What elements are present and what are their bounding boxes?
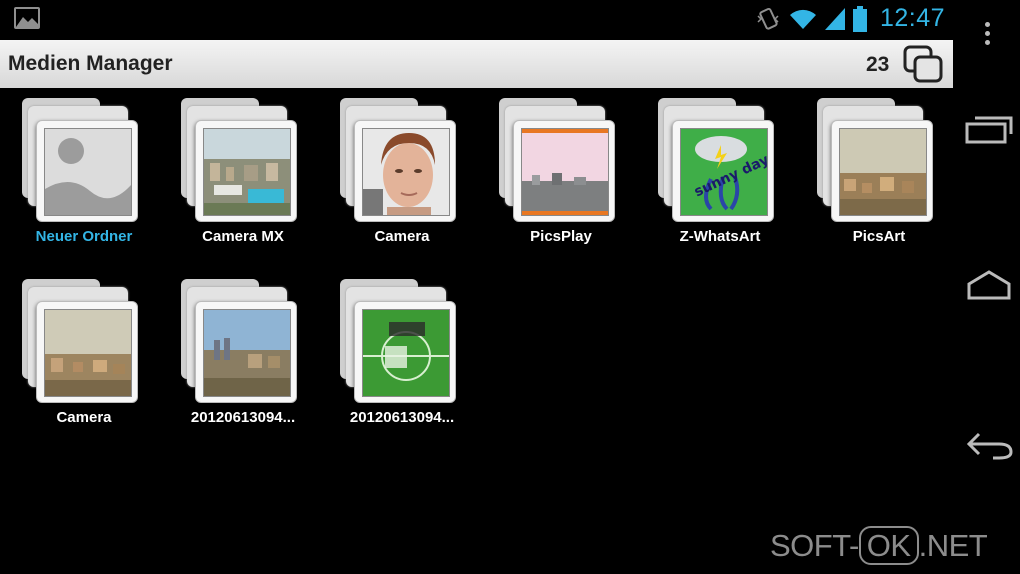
back-icon[interactable] [963,424,1015,464]
folder-picsart[interactable]: PicsArt [809,94,949,254]
watermark-mid: OK [858,526,919,565]
folder-neuer-ordner[interactable]: Neuer Ordner [14,94,154,254]
folder-z-whatsart[interactable]: sunny day Z-WhatsArt [650,94,790,254]
recent-apps-icon[interactable] [963,108,1015,148]
folder-picsplay[interactable]: PicsPlay [491,94,631,254]
status-icons [755,6,867,32]
folder-label: Camera MX [202,228,284,245]
app-title: Medien Manager [8,52,173,75]
folder-thumbnail [203,128,291,216]
battery-icon [853,6,867,32]
overflow-menu-icon[interactable] [982,22,992,48]
home-icon[interactable] [963,266,1015,306]
folder-label: PicsArt [852,228,906,245]
folder-20120613094-a[interactable]: 20120613094... [173,275,313,435]
folder-label: PicsPlay [530,228,592,245]
folder-thumbnail [521,128,609,216]
status-bar: 12:47 [0,0,955,38]
folder-thumbnail [44,309,132,397]
folder-thumbnail: sunny day [680,128,768,216]
folder-label: 20120613094... [349,409,455,426]
gallery-notification-icon[interactable] [14,7,40,29]
navigation-bar [955,0,1020,574]
folder-thumbnail [362,128,450,216]
folder-thumbnail [362,309,450,397]
folder-label: Z-WhatsArt [679,228,761,245]
action-bar: Medien Manager 23 [0,40,953,88]
folder-label: Neuer Ordner [35,228,133,245]
watermark-left: SOFT- [770,528,859,563]
folder-camera-mx[interactable]: Camera MX [173,94,313,254]
folder-camera[interactable]: Camera [332,94,472,254]
folder-grid: Neuer Ordner Camera MX Camera PicsPlay s… [0,88,953,574]
vibrate-icon [757,7,779,30]
wifi-icon [790,9,816,29]
watermark-right: .NET [918,528,988,563]
watermark: SOFT- OK .NET [770,526,988,565]
folder-camera-2[interactable]: Camera [14,275,154,435]
windows-icon[interactable] [901,44,945,84]
folder-20120613094-b[interactable]: 20120613094... [332,275,472,435]
placeholder-image-icon [44,128,132,216]
folder-label: 20120613094... [190,409,296,426]
signal-icon [825,8,845,30]
item-count: 23 [866,53,890,76]
folder-label: Camera [56,409,112,426]
folder-thumbnail [839,128,927,216]
clock: 12:47 [880,4,946,32]
folder-thumbnail [203,309,291,397]
folder-label: Camera [374,228,430,245]
